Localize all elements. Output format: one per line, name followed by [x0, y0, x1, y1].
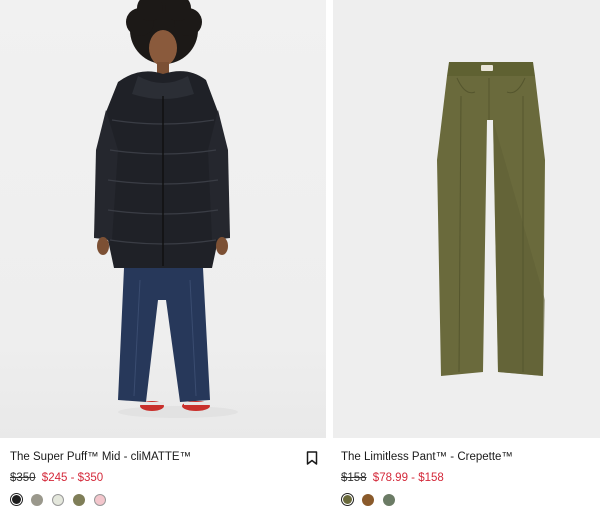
original-price: $158 [341, 472, 367, 484]
product-title[interactable]: The Super Puff™ Mid - cliMATTE™ [10, 449, 326, 465]
product-grid: The Super Puff™ Mid - cliMATTE™ $350 $24… [0, 0, 600, 515]
original-price: $350 [10, 472, 36, 484]
color-swatch[interactable] [52, 493, 64, 506]
product-card-super-puff[interactable]: The Super Puff™ Mid - cliMATTE™ $350 $24… [0, 0, 326, 506]
color-swatch[interactable] [11, 495, 21, 504]
product-price: $350 $245 - $350 [10, 470, 326, 486]
color-swatches [10, 493, 326, 506]
product-info: The Super Puff™ Mid - cliMATTE™ $350 $24… [0, 438, 326, 506]
olive-trousers-illustration [437, 62, 545, 376]
color-swatches [341, 493, 600, 506]
bookmark-icon[interactable] [306, 451, 318, 465]
product-info: The Limitless Pant™ - Crepette™ $158 $78… [333, 438, 600, 506]
sale-price: $78.99 - $158 [372, 472, 444, 484]
product-price: $158 $78.99 - $158 [341, 470, 600, 486]
color-swatch[interactable] [94, 493, 106, 506]
color-swatch[interactable] [362, 493, 374, 506]
model-wearing-puffer-illustration [94, 0, 238, 418]
color-swatch[interactable] [342, 495, 352, 504]
product-image-limitless-pant[interactable] [333, 0, 600, 438]
product-image-super-puff[interactable] [0, 0, 326, 438]
color-swatch[interactable] [31, 493, 43, 506]
color-swatch[interactable] [73, 493, 85, 506]
sale-price: $245 - $350 [41, 472, 104, 484]
product-title[interactable]: The Limitless Pant™ - Crepette™ [341, 449, 600, 465]
color-swatch[interactable] [383, 493, 395, 506]
product-card-limitless-pant[interactable]: The Limitless Pant™ - Crepette™ $158 $78… [333, 0, 600, 506]
